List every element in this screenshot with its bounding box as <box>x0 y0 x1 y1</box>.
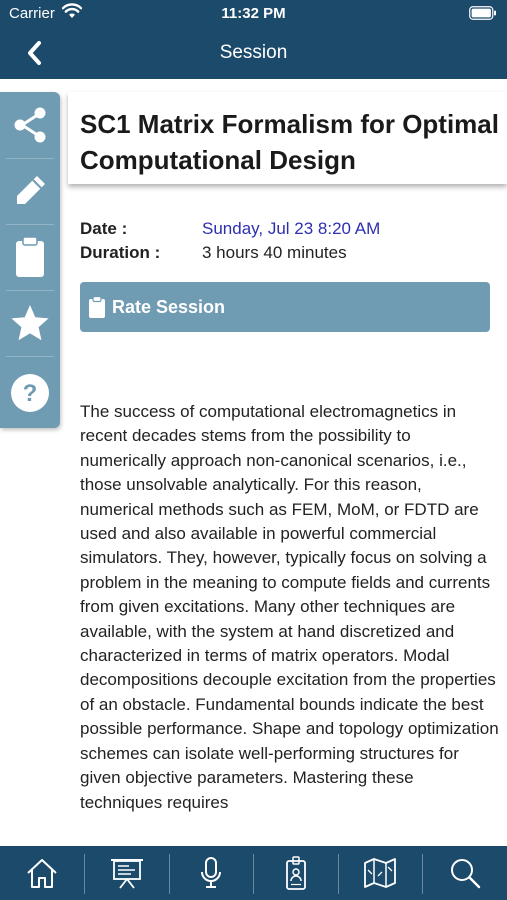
star-icon <box>11 305 49 341</box>
tab-badge[interactable] <box>254 846 339 900</box>
page-title: Session <box>219 42 288 63</box>
date-value[interactable]: Sunday, Jul 23 8:20 AM <box>202 219 380 239</box>
svg-text:?: ? <box>23 380 38 407</box>
search-icon <box>450 859 480 889</box>
clock: 11:32 PM <box>221 5 286 22</box>
tab-presentation[interactable] <box>85 846 170 900</box>
rate-session-label: Rate Session <box>112 297 226 317</box>
presentation-icon <box>110 859 143 889</box>
duration-value: 3 hours 40 minutes <box>202 243 347 262</box>
session-description: The success of computational electromagn… <box>80 402 499 812</box>
favorite-button[interactable] <box>0 290 60 356</box>
microphone-icon <box>201 857 222 888</box>
edit-note-button[interactable] <box>0 158 60 224</box>
session-title-card: SC1 Matrix Formalism for Optimal Computa… <box>68 92 507 184</box>
question-icon: ? <box>11 374 49 412</box>
pencil-icon <box>17 176 45 204</box>
map-icon <box>364 858 397 888</box>
share-button[interactable] <box>0 92 60 158</box>
side-action-bar: ? <box>0 92 60 428</box>
status-bar: Carrier 11:32 PM <box>0 0 507 28</box>
session-title: SC1 Matrix Formalism for Optimal Computa… <box>80 109 499 175</box>
help-button[interactable]: ? <box>0 360 60 426</box>
battery-icon <box>469 6 497 24</box>
id-badge-icon <box>285 856 306 890</box>
duration-label: Duration : <box>80 243 161 262</box>
share-icon <box>14 107 46 143</box>
clipboard-icon <box>16 236 44 277</box>
header: Carrier 11:32 PM Session <box>0 0 507 79</box>
clipboard-icon <box>88 295 106 323</box>
tab-microphone[interactable] <box>169 846 254 900</box>
tab-bar <box>0 846 507 900</box>
rate-session-button[interactable]: Rate Session <box>80 282 490 332</box>
tab-search[interactable] <box>423 846 507 900</box>
tab-map[interactable] <box>338 846 423 900</box>
date-label: Date : <box>80 219 128 238</box>
tab-home[interactable] <box>0 846 85 900</box>
clipboard-button[interactable] <box>0 224 60 290</box>
home-icon <box>27 859 57 888</box>
